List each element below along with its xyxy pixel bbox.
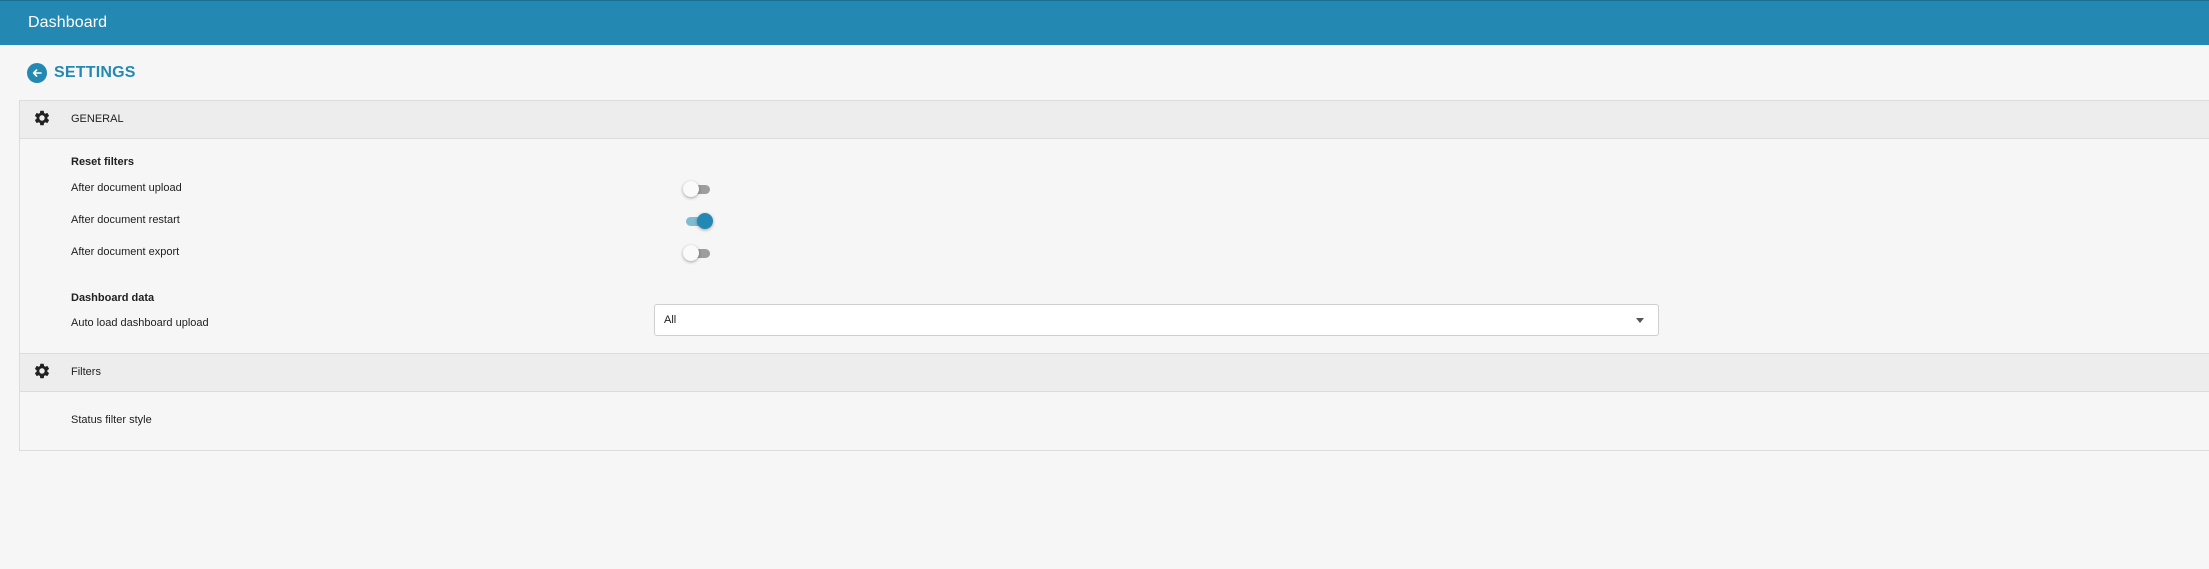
section-header-filters[interactable]: Filters [20,353,2209,392]
section-header-general[interactable]: GENERAL [20,101,2209,139]
toggle-after-document-export[interactable] [683,245,713,261]
setting-label-after-restart: After document restart [71,214,180,226]
group-title-dashboard-data: Dashboard data [71,292,155,304]
toggle-thumb [697,213,713,229]
settings-panel: GENERAL Reset filters After document upl… [19,100,2209,451]
toggle-after-document-restart[interactable] [683,213,713,229]
section-label-filters: Filters [71,366,101,378]
toggle-thumb [683,245,699,261]
chevron-down-icon [1636,318,1644,323]
gear-icon [34,363,50,379]
toggle-after-document-upload[interactable] [683,181,713,197]
page-header: SETTINGS [27,62,136,84]
gear-icon [34,110,50,126]
setting-label-after-upload: After document upload [71,182,182,194]
section-label-general: GENERAL [71,113,124,125]
setting-label-status-filter-style: Status filter style [71,414,152,426]
select-value: All [664,314,677,326]
page-title: SETTINGS [54,64,136,81]
app-title: Dashboard [28,14,108,31]
back-arrow-icon[interactable] [27,63,47,83]
status-filter-style-select[interactable]: All [654,304,1659,336]
setting-label-after-export: After document export [71,246,180,258]
group-title-reset-filters: Reset filters [71,156,134,168]
top-app-bar: Dashboard [0,0,2209,45]
toggle-thumb [683,181,699,197]
setting-label-auto-load: Auto load dashboard upload [71,317,209,329]
